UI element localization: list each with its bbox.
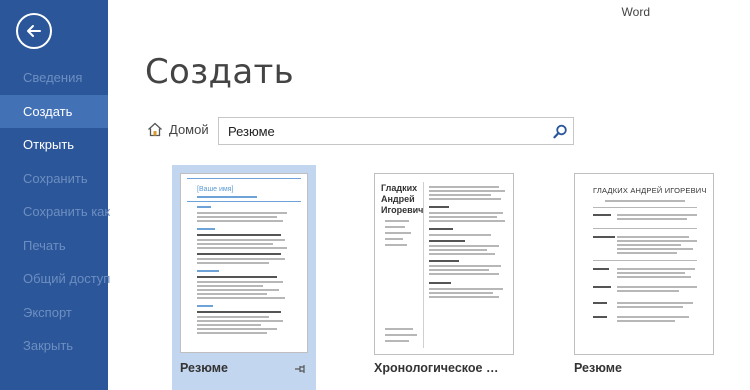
home-icon [148, 122, 162, 137]
backstage-nav: Сведения Создать Открыть Сохранить Сохра… [0, 61, 110, 363]
template-label: Резюме [180, 361, 228, 375]
template-label: Хронологическое рез... [374, 361, 502, 375]
search-icon [552, 124, 567, 138]
nav-item-open[interactable]: Открыть [0, 128, 108, 162]
template-thumbnail: [Ваше имя] [180, 173, 308, 353]
preview-heading: Гладких [381, 183, 418, 193]
home-link[interactable]: Домой [147, 122, 209, 137]
template-card-resume-1[interactable]: [Ваше имя] Резюме [172, 165, 316, 390]
template-search-box [218, 117, 574, 145]
nav-item-save[interactable]: Сохранить [0, 162, 108, 196]
back-button[interactable] [16, 13, 52, 49]
backstage-sidebar: Сведения Создать Открыть Сохранить Сохра… [0, 0, 110, 390]
app-name: Word [621, 5, 650, 19]
preview-heading: Андрей [381, 194, 415, 204]
nav-item-print[interactable]: Печать [0, 229, 108, 263]
template-label: Резюме [574, 361, 622, 375]
page-title: Создать [145, 52, 294, 92]
template-card-chronological[interactable]: Гладких Андрей Игоревич Хронологическое … [368, 165, 520, 390]
nav-item-export[interactable]: Экспорт [0, 296, 108, 330]
template-thumbnail: ГЛАДКИХ АНДРЕЙ ИГОРЕВИЧ [574, 173, 714, 355]
search-input[interactable] [219, 118, 547, 144]
preview-heading: [Ваше имя] [197, 186, 234, 193]
nav-item-save-as[interactable]: Сохранить как [0, 195, 110, 229]
template-thumbnail: Гладких Андрей Игоревич [374, 173, 514, 355]
template-card-resume-2[interactable]: ГЛАДКИХ АНДРЕЙ ИГОРЕВИЧ Резюме [568, 165, 720, 390]
nav-item-new[interactable]: Создать [0, 94, 108, 128]
preview-heading: Игоревич [381, 205, 424, 215]
search-button[interactable] [547, 118, 573, 144]
home-label: Домой [169, 122, 209, 137]
pin-icon[interactable] [294, 363, 306, 375]
nav-item-close[interactable]: Закрыть [0, 329, 108, 363]
backstage-view: Сведения Создать Открыть Сохранить Сохра… [0, 0, 750, 390]
nav-item-info[interactable]: Сведения [0, 61, 108, 95]
preview-heading: ГЛАДКИХ АНДРЕЙ ИГОРЕВИЧ [593, 186, 707, 195]
arrow-left-icon [27, 25, 41, 37]
nav-item-share[interactable]: Общий доступ [0, 262, 110, 296]
